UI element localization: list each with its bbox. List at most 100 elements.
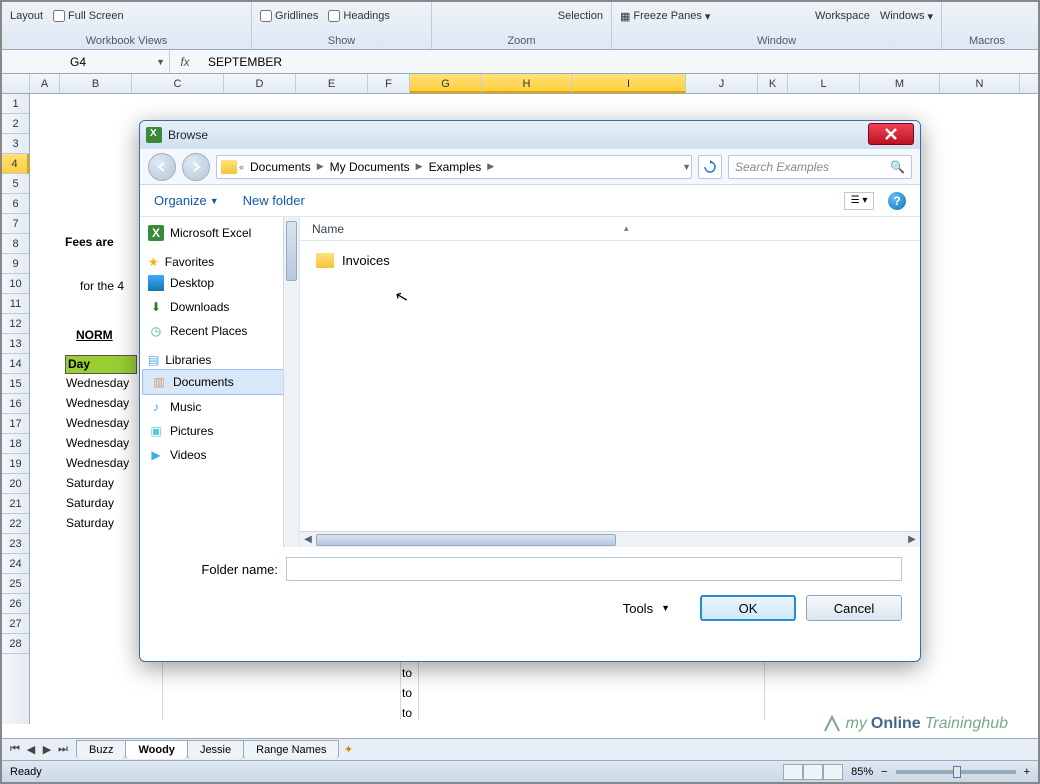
sidebar-item-downloads[interactable]: ⬇Downloads [140,295,299,319]
zoom-slider[interactable] [896,770,1016,774]
col-N[interactable]: N [940,74,1020,93]
sidebar-group-libraries[interactable]: ▤Libraries [140,343,299,369]
row-21[interactable]: 21 [2,494,29,514]
files-pane[interactable]: Name ▴ Invoices ↖ ◀ ▶ [300,217,920,547]
row-6[interactable]: 6 [2,194,29,214]
tab-woody[interactable]: Woody [125,740,187,759]
sidebar-item-desktop[interactable]: Desktop [140,271,299,295]
sidebar-group-favorites[interactable]: ★Favorites [140,245,299,271]
sidebar-item-documents[interactable]: ▥Documents [142,369,297,395]
sidebar-item-videos[interactable]: ▶Videos [140,443,299,467]
row-5[interactable]: 5 [2,174,29,194]
row-16[interactable]: 16 [2,394,29,414]
row-28[interactable]: 28 [2,634,29,654]
sidebar-item-recent[interactable]: ◷Recent Places [140,319,299,343]
search-input[interactable]: Search Examples 🔍 [728,155,912,179]
sidebar-scrollbar[interactable] [283,217,299,547]
row-19[interactable]: 19 [2,454,29,474]
windows-button[interactable]: Windows ▾ [880,10,933,23]
scroll-left-icon[interactable]: ◀ [300,534,316,545]
breadcrumb-documents[interactable]: Documents [246,160,315,174]
breadcrumb-dropdown-icon[interactable]: ▼ [682,162,691,172]
breadcrumb-examples[interactable]: Examples [425,160,486,174]
select-all-corner[interactable] [2,74,30,93]
formula-input[interactable]: SEPTEMBER [200,55,1038,69]
row-17[interactable]: 17 [2,414,29,434]
row-24[interactable]: 24 [2,554,29,574]
zoom-out-icon[interactable]: − [881,766,887,778]
sidebar-item-music[interactable]: ♪Music [140,395,299,419]
view-toggle[interactable]: ☰ ▾ [844,192,874,210]
freeze-panes-button[interactable]: ▦ Freeze Panes ▾ [620,10,710,23]
full-screen-checkbox[interactable]: Full Screen [53,10,124,22]
col-I[interactable]: I [572,74,686,93]
layout-button[interactable]: Layout [10,10,43,22]
new-folder-button[interactable]: New folder [243,193,305,208]
organize-button[interactable]: Organize ▼ [154,193,219,208]
sidebar-item-excel[interactable]: XMicrosoft Excel [140,221,299,245]
row-23[interactable]: 23 [2,534,29,554]
row-7[interactable]: 7 [2,214,29,234]
row-1[interactable]: 1 [2,94,29,114]
row-18[interactable]: 18 [2,434,29,454]
zoom-in-icon[interactable]: + [1024,766,1030,778]
name-box[interactable]: G4 ▼ [2,50,170,73]
dialog-titlebar[interactable]: Browse [140,121,920,149]
row-13[interactable]: 13 [2,334,29,354]
file-item-invoices[interactable]: Invoices [312,249,908,272]
help-button[interactable]: ? [888,192,906,210]
row-2[interactable]: 2 [2,114,29,134]
row-3[interactable]: 3 [2,134,29,154]
row-8[interactable]: 8 [2,234,29,254]
folder-name-input[interactable] [286,557,902,581]
insert-sheet-icon[interactable]: ✦ [338,743,358,756]
name-box-dropdown-icon[interactable]: ▼ [156,57,165,67]
cancel-button[interactable]: Cancel [806,595,902,621]
row-25[interactable]: 25 [2,574,29,594]
col-D[interactable]: D [224,74,296,93]
sidebar-item-pictures[interactable]: ▣Pictures [140,419,299,443]
files-hscrollbar[interactable]: ◀ ▶ [300,531,920,547]
headings-checkbox[interactable]: Headings [328,10,389,22]
tab-prev-icon[interactable]: ◀ [24,743,38,756]
name-column[interactable]: Name [312,222,344,236]
col-G[interactable]: G [410,74,482,93]
row-14[interactable]: 14 [2,354,29,374]
files-header[interactable]: Name ▴ [300,217,920,241]
tools-dropdown[interactable]: Tools ▼ [623,601,670,616]
tab-next-icon[interactable]: ▶ [40,743,54,756]
breadcrumb[interactable]: « Documents ▶ My Documents ▶ Examples ▶ … [216,155,692,179]
gridlines-checkbox[interactable]: Gridlines [260,10,318,22]
col-A[interactable]: A [30,74,60,93]
row-10[interactable]: 10 [2,274,29,294]
row-9[interactable]: 9 [2,254,29,274]
back-button[interactable] [148,153,176,181]
ok-button[interactable]: OK [700,595,796,621]
col-B[interactable]: B [60,74,132,93]
col-F[interactable]: F [368,74,410,93]
col-J[interactable]: J [686,74,758,93]
col-M[interactable]: M [860,74,940,93]
tab-last-icon[interactable]: ⏭ [56,743,70,756]
tab-range-names[interactable]: Range Names [243,740,339,759]
close-button[interactable] [868,123,914,145]
tab-first-icon[interactable]: ⏮ [8,743,22,756]
fx-icon[interactable]: fx [170,55,200,69]
tab-jessie[interactable]: Jessie [187,740,244,759]
forward-button[interactable] [182,153,210,181]
col-C[interactable]: C [132,74,224,93]
col-E[interactable]: E [296,74,368,93]
row-11[interactable]: 11 [2,294,29,314]
col-L[interactable]: L [788,74,860,93]
row-26[interactable]: 26 [2,594,29,614]
row-22[interactable]: 22 [2,514,29,534]
row-27[interactable]: 27 [2,614,29,634]
refresh-button[interactable] [698,155,722,179]
view-buttons[interactable] [783,764,843,780]
tab-nav[interactable]: ⏮ ◀ ▶ ⏭ [2,743,76,756]
row-20[interactable]: 20 [2,474,29,494]
tab-buzz[interactable]: Buzz [76,740,126,759]
workspace-button[interactable]: Workspace [815,10,870,22]
scroll-right-icon[interactable]: ▶ [904,534,920,545]
col-H[interactable]: H [482,74,572,93]
